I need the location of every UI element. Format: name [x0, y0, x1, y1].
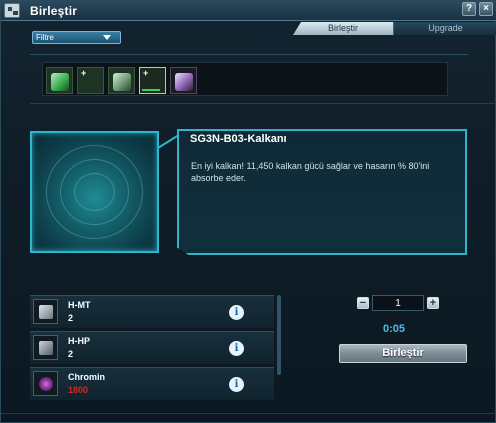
info-icon[interactable]: i: [229, 305, 244, 320]
combine-button[interactable]: Birleştir: [339, 344, 467, 363]
material-quantity: 1800: [68, 385, 89, 395]
filter-label: Filtre: [36, 33, 54, 42]
material-name: Chromin: [68, 372, 105, 382]
decrease-quantity-button[interactable]: −: [357, 297, 369, 309]
chevron-down-icon: [103, 35, 111, 40]
divider: [30, 103, 496, 104]
divider: [30, 54, 468, 55]
purple-chip-icon: [175, 73, 193, 91]
info-icon[interactable]: i: [229, 377, 244, 392]
item-slot-5[interactable]: [170, 67, 197, 94]
material-quantity: 2: [68, 349, 74, 359]
material-quantity: 2: [68, 313, 74, 323]
item-info-panel: [177, 129, 467, 255]
increase-quantity-button[interactable]: +: [427, 297, 439, 309]
mech-part-icon: [33, 335, 58, 360]
divider: [1, 413, 496, 414]
tab-upgrade[interactable]: Upgrade: [393, 22, 496, 35]
green-canister-icon: [51, 73, 69, 91]
shield-ring-icon: [74, 173, 115, 211]
tab-birlestir[interactable]: Birleştir: [293, 22, 393, 35]
item-name: SG3N-B03-Kalkanı: [190, 133, 287, 145]
item-slot-1[interactable]: [46, 67, 73, 94]
combine-window: Birleştir ? × Birleştir Upgrade Filtre +…: [0, 0, 496, 423]
weapon-part-icon: [33, 299, 58, 324]
material-row[interactable]: H-MT 2 i: [30, 295, 274, 328]
title-bar[interactable]: Birleştir ? ×: [1, 1, 496, 21]
window-title: Birleştir: [30, 4, 78, 18]
item-description: En iyi kalkan! 11,450 kalkan gücü sağlar…: [191, 161, 430, 183]
material-row[interactable]: Chromin 1800 i: [30, 367, 274, 400]
close-button[interactable]: ×: [479, 2, 493, 16]
material-name: H-HP: [68, 336, 90, 346]
quantity-input[interactable]: [372, 295, 424, 311]
craft-timer: 0:05: [383, 323, 406, 335]
window-app-icon: [4, 3, 20, 18]
help-button[interactable]: ?: [462, 2, 476, 16]
plus-icon: +: [143, 68, 149, 78]
chromin-ore-icon: [33, 371, 58, 396]
material-row[interactable]: H-HP 2 i: [30, 331, 274, 364]
info-icon[interactable]: i: [229, 341, 244, 356]
filter-dropdown[interactable]: Filtre: [32, 31, 121, 44]
item-slot-2[interactable]: +: [77, 67, 104, 94]
materials-scrollbar[interactable]: [277, 295, 281, 375]
slot-progress-bar: [142, 89, 160, 91]
plus-icon: +: [81, 68, 87, 78]
connector-line: [157, 134, 179, 149]
materials-list: H-MT 2 i H-HP 2 i Chromin 1800 i: [30, 295, 274, 400]
material-name: H-MT: [68, 300, 91, 310]
item-slot-3[interactable]: [108, 67, 135, 94]
item-preview-image: [30, 131, 159, 253]
item-slot-4-selected[interactable]: +: [139, 67, 166, 94]
green-module-icon: [113, 73, 131, 91]
item-strip: + +: [42, 62, 448, 96]
